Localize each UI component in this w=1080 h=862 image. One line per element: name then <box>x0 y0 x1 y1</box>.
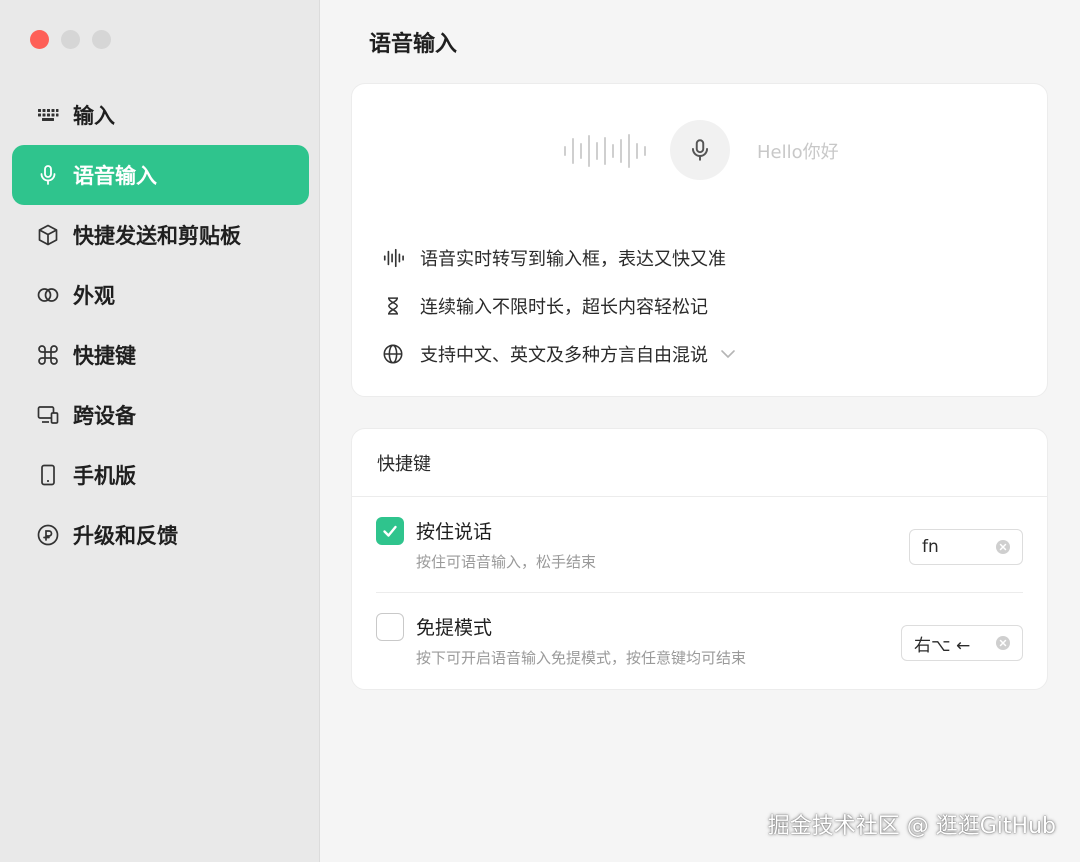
watermark: 掘金技术社区 @ 逛逛GitHub <box>767 814 1056 839</box>
voice-demo: Hello你好 <box>352 120 1047 182</box>
waveform-illustration-icon <box>564 134 646 168</box>
sidebar-item-label: 跨设备 <box>73 404 136 428</box>
waveform-icon <box>380 247 406 269</box>
demo-sample-text: Hello你好 <box>757 142 839 163</box>
key-value: fn <box>922 537 939 557</box>
command-icon <box>35 342 61 368</box>
sidebar-item-input[interactable]: 输入 <box>12 85 309 145</box>
clear-key-icon[interactable] <box>996 636 1010 650</box>
microphone-icon <box>35 162 61 188</box>
chevron-down-icon[interactable] <box>720 348 736 360</box>
sidebar-item-quick-send[interactable]: 快捷发送和剪贴板 <box>12 205 309 265</box>
mic-demo-button[interactable] <box>670 120 730 180</box>
sidebar-item-label: 语音输入 <box>73 164 157 188</box>
hands-free-key-field[interactable]: 右⌥ ← <box>901 625 1023 661</box>
hands-free-checkbox[interactable] <box>376 613 404 641</box>
section-title: 快捷键 <box>352 429 1047 497</box>
sidebar-item-label: 快捷发送和剪贴板 <box>73 224 241 248</box>
shortcut-description: 按住可语音输入，松手结束 <box>416 553 597 571</box>
main-panel: 语音输入 Hello你好 语音实时转写到输入框，表达又快又准 连续输入不限时长，… <box>320 0 1080 862</box>
sidebar-item-label: 输入 <box>73 104 115 128</box>
sidebar-nav: 输入 语音输入 快捷发送和剪贴板 外观 快捷键 跨设备 手机版 升级和反馈 <box>12 85 309 565</box>
close-window-button[interactable] <box>30 30 49 49</box>
push-to-talk-key-field[interactable]: fn <box>909 529 1023 565</box>
sidebar-item-cross-device[interactable]: 跨设备 <box>12 385 309 445</box>
sidebar-item-appearance[interactable]: 外观 <box>12 265 309 325</box>
checkmark-icon <box>383 525 397 537</box>
shortcut-label: 按住说话 <box>416 521 493 543</box>
shortcut-row-push-to-talk: 按住说话 按住可语音输入，松手结束 fn <box>376 497 1023 593</box>
feature-item[interactable]: 支持中文、英文及多种方言自由混说 <box>380 330 736 378</box>
overlap-circles-icon <box>35 282 61 308</box>
cube-icon <box>35 222 61 248</box>
clear-key-icon[interactable] <box>996 540 1010 554</box>
globe-icon <box>380 343 406 365</box>
voice-intro-card: Hello你好 语音实时转写到输入框，表达又快又准 连续输入不限时长，超长内容轻… <box>351 83 1048 397</box>
shortcut-description: 按下可开启语音输入免提模式，按任意键均可结束 <box>416 649 747 667</box>
push-to-talk-checkbox[interactable] <box>376 517 404 545</box>
devices-icon <box>35 402 61 428</box>
sidebar-item-voice-input[interactable]: 语音输入 <box>12 145 309 205</box>
feature-text: 支持中文、英文及多种方言自由混说 <box>420 345 708 366</box>
sidebar-item-label: 外观 <box>73 284 115 308</box>
microphone-icon <box>691 139 709 161</box>
upgrade-icon <box>35 522 61 548</box>
feature-item: 连续输入不限时长，超长内容轻松记 <box>380 282 736 330</box>
feature-item: 语音实时转写到输入框，表达又快又准 <box>380 234 736 282</box>
minimize-window-button[interactable] <box>61 30 80 49</box>
phone-icon <box>35 462 61 488</box>
hourglass-icon <box>380 295 406 317</box>
sidebar: 输入 语音输入 快捷发送和剪贴板 外观 快捷键 跨设备 手机版 升级和反馈 <box>0 0 320 862</box>
window-controls <box>30 30 111 49</box>
feature-text: 连续输入不限时长，超长内容轻松记 <box>420 297 708 318</box>
shortcut-row-hands-free: 免提模式 按下可开启语音输入免提模式，按任意键均可结束 右⌥ ← <box>376 593 1023 689</box>
shortcut-label: 免提模式 <box>416 617 493 639</box>
feature-list: 语音实时转写到输入框，表达又快又准 连续输入不限时长，超长内容轻松记 支持中文、… <box>380 234 736 378</box>
sidebar-item-upgrade-feedback[interactable]: 升级和反馈 <box>12 505 309 565</box>
keyboard-icon <box>35 102 61 128</box>
sidebar-item-mobile[interactable]: 手机版 <box>12 445 309 505</box>
sidebar-item-shortcuts[interactable]: 快捷键 <box>12 325 309 385</box>
app-window: 输入 语音输入 快捷发送和剪贴板 外观 快捷键 跨设备 手机版 升级和反馈 语音… <box>0 0 1080 862</box>
sidebar-item-label: 手机版 <box>73 464 136 488</box>
maximize-window-button[interactable] <box>92 30 111 49</box>
shortcut-settings-card: 快捷键 按住说话 按住可语音输入，松手结束 fn 免提模式 按下可开启语音输入免… <box>351 428 1048 690</box>
sidebar-item-label: 快捷键 <box>73 344 136 368</box>
sidebar-item-label: 升级和反馈 <box>73 524 178 548</box>
key-value: 右⌥ ← <box>914 635 971 656</box>
page-title: 语音输入 <box>369 32 458 57</box>
feature-text: 语音实时转写到输入框，表达又快又准 <box>420 249 726 270</box>
